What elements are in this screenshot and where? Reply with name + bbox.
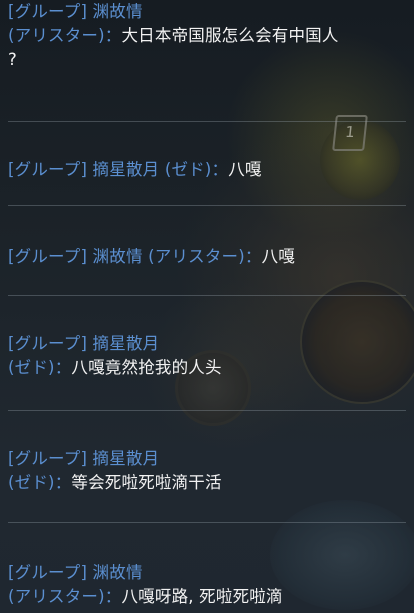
message-divider [8,522,406,523]
channel-tag: [グループ] [8,160,88,179]
chat-message: [グループ] 摘星散月 (ゼド)：等会死啦死啦滴干活 [8,447,408,495]
sender-name: 摘星散月 [92,334,160,353]
message-text-continued: ? [8,50,17,69]
sender-name: 渊故情 [92,563,143,582]
message-separator: ： [54,473,72,492]
message-divider [8,295,406,296]
chat-message: [グループ] 摘星散月 (ゼド)：八嘎 [8,158,408,182]
champion-name: (アリスター) [148,247,245,266]
chat-message: [グループ] 渊故情 (アリスター)：八嘎 [8,245,408,269]
message-divider [8,121,406,122]
sender-name: 渊故情 [92,2,143,21]
champion-name: (ゼド) [164,160,212,179]
sender-name: 渊故情 [92,247,143,266]
channel-tag: [グループ] [8,2,88,21]
message-separator: ： [104,26,122,45]
message-separator: ： [211,160,229,179]
message-separator: ： [104,587,122,606]
champion-name: (アリスター) [8,26,105,45]
champion-name: (ゼド) [8,473,55,492]
sender-name: 摘星散月 [92,449,160,468]
chat-message: [グループ] 摘星散月 (ゼド)：八嘎竟然抢我的人头 [8,332,408,380]
channel-tag: [グループ] [8,449,88,468]
message-text: 八嘎 [261,247,295,266]
chat-message: [グループ] 渊故情 (アリスター)：大日本帝国服怎么会有中国人 ? [8,0,408,72]
message-divider [8,410,406,411]
message-separator: ： [244,247,262,266]
message-text: 八嘎 [228,160,262,179]
channel-tag: [グループ] [8,334,88,353]
message-divider [8,205,406,206]
chat-message: [グループ] 渊故情 (アリスター)：八嘎呀路, 死啦死啦滴 [8,561,408,609]
message-text: 等会死啦死啦滴干活 [71,473,222,492]
chat-log: [グループ] 渊故情 (アリスター)：大日本帝国服怎么会有中国人 ? [グループ… [0,0,414,613]
message-text: 八嘎呀路, 死啦死啦滴 [121,587,283,606]
message-text: 八嘎竟然抢我的人头 [71,358,222,377]
sender-name: 摘星散月 [92,160,160,179]
champion-name: (アリスター) [8,587,105,606]
channel-tag: [グループ] [8,247,88,266]
message-separator: ： [54,358,72,377]
message-text: 大日本帝国服怎么会有中国人 [121,26,339,45]
champion-name: (ゼド) [8,358,55,377]
channel-tag: [グループ] [8,563,88,582]
